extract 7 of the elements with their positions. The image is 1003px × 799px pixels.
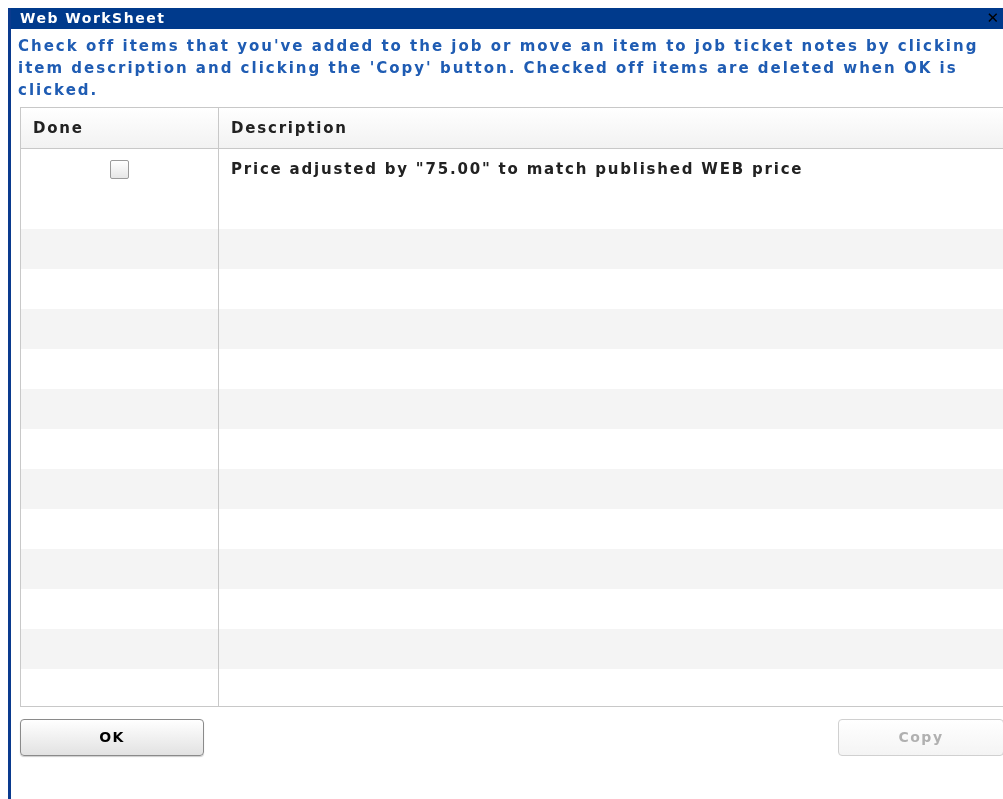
window-title: Web WorkSheet — [20, 9, 166, 28]
column-header: Done — [21, 108, 219, 148]
table-cell[interactable]: Price adjusted by "75.00" to match published WEB price — [219, 149, 1003, 189]
action-button[interactable]: OK — [20, 719, 204, 756]
column-header: Description — [230, 117, 349, 139]
instructions-text: Check off items that you've added to the job or move an item to job ticket notes by clicking item description and clicking the 'Copy' button. Checked off items are deleted when OK is clicked. — [17, 36, 980, 101]
checkbox[interactable] — [110, 159, 129, 179]
